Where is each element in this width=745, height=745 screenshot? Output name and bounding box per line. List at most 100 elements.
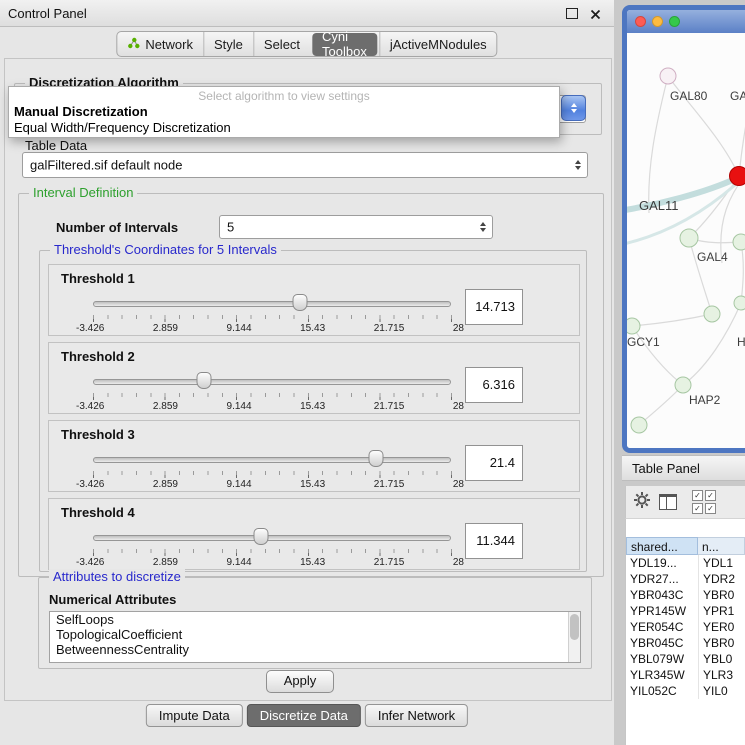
network-node[interactable]	[631, 417, 647, 433]
slider-track[interactable]	[93, 379, 451, 385]
threshold-1-slider[interactable]	[93, 293, 451, 313]
network-node[interactable]	[680, 229, 698, 247]
slider-track[interactable]	[93, 457, 451, 463]
combo-stepper-icon[interactable]	[561, 95, 586, 121]
slider-track[interactable]	[93, 301, 451, 307]
close-icon[interactable]	[590, 7, 601, 18]
table-row[interactable]: YBR043CYBR0	[626, 587, 745, 603]
slider-thumb[interactable]	[368, 450, 383, 467]
float-icon[interactable]	[566, 8, 578, 19]
threshold-3-slider[interactable]	[93, 449, 451, 469]
slider-thumb[interactable]	[196, 372, 211, 389]
cell-name[interactable]: YDL1	[698, 555, 745, 571]
list-scrollbar[interactable]	[568, 612, 580, 662]
checkbox-icon[interactable]: ✓	[705, 503, 716, 514]
column-visibility-icons[interactable]: ✓ ✓ ✓ ✓	[692, 490, 716, 514]
tick-label: 2.859	[153, 479, 178, 490]
network-node[interactable]	[675, 377, 691, 393]
network-node[interactable]	[660, 68, 676, 84]
threshold-2-value-field[interactable]: 6.316	[465, 367, 523, 403]
tick-label: 9.144	[227, 323, 252, 334]
table-row[interactable]: YBR045CYBR0	[626, 635, 745, 651]
table-row[interactable]: YLR345WYLR3	[626, 667, 745, 683]
cell-name[interactable]: YIL0	[698, 683, 745, 699]
cell-shared-name[interactable]: YER054C	[626, 619, 698, 635]
column-header-name[interactable]: n...	[698, 537, 745, 555]
list-item[interactable]: SelfLoops	[50, 612, 580, 627]
columns-icon[interactable]	[659, 494, 677, 510]
table-row[interactable]: YBL079WYBL0	[626, 651, 745, 667]
tab-jactivemnodules[interactable]: jActiveMNodules	[379, 32, 497, 56]
cell-shared-name[interactable]: YBL079W	[626, 651, 698, 667]
slider-ticks	[93, 315, 452, 322]
cell-name[interactable]: YBL0	[698, 651, 745, 667]
cell-shared-name[interactable]: YBR045C	[626, 635, 698, 651]
cell-shared-name[interactable]: YBR043C	[626, 587, 698, 603]
window-close-button[interactable]	[635, 16, 646, 27]
slider-scale: -3.4262.8599.14415.4321.71528	[76, 479, 464, 490]
cell-name[interactable]: YPR1	[698, 603, 745, 619]
numerical-attributes-list[interactable]: SelfLoopsTopologicalCoefficientBetweenne…	[49, 611, 581, 663]
tab-label: Style	[214, 37, 243, 52]
cell-name[interactable]: YER0	[698, 619, 745, 635]
slider-thumb[interactable]	[254, 528, 269, 545]
network-node[interactable]	[704, 306, 720, 322]
slider-scale: -3.4262.8599.14415.4321.71528	[76, 557, 464, 568]
node-label-clipped: H	[737, 335, 745, 349]
column-header-shared-name[interactable]: shared...	[626, 537, 698, 555]
tab-network[interactable]: Network	[117, 32, 203, 56]
network-window-titlebar[interactable]	[627, 10, 745, 33]
cell-shared-name[interactable]: YLR345W	[626, 667, 698, 683]
network-node[interactable]	[734, 296, 745, 310]
list-item[interactable]: TopologicalCoefficient	[50, 627, 580, 642]
dropdown-option-manual[interactable]: Manual Discretization	[9, 104, 559, 120]
tab-infer-network[interactable]: Infer Network	[365, 704, 468, 727]
tick-label: 21.715	[374, 479, 405, 490]
window-zoom-button[interactable]	[669, 16, 680, 27]
slider-track[interactable]	[93, 535, 451, 541]
checkbox-icon[interactable]: ✓	[705, 490, 716, 501]
cell-shared-name[interactable]: YDR27...	[626, 571, 698, 587]
threshold-4-slider[interactable]	[93, 527, 451, 547]
threshold-4-value-field[interactable]: 11.344	[465, 523, 523, 559]
tab-discretize-data[interactable]: Discretize Data	[247, 704, 361, 727]
table-row[interactable]: YDL19...YDL1	[626, 555, 745, 571]
apply-button[interactable]: Apply	[266, 670, 334, 693]
network-node-red[interactable]	[730, 167, 745, 186]
tick-label: 15.43	[300, 401, 325, 412]
cell-name[interactable]: YBR0	[698, 587, 745, 603]
cell-name[interactable]: YDR2	[698, 571, 745, 587]
threshold-3-value-field[interactable]: 21.4	[465, 445, 523, 481]
dropdown-option-equal-width[interactable]: Equal Width/Frequency Discretization	[9, 120, 559, 136]
table-data-combobox[interactable]: galFiltered.sif default node	[22, 152, 588, 178]
network-canvas[interactable]: GAL80 GA GAL11 GAL4 GCY1 H HAP2	[627, 33, 745, 448]
table-row[interactable]: YDR27...YDR2	[626, 571, 745, 587]
threshold-1-value-field[interactable]: 14.713	[465, 289, 523, 325]
table-row[interactable]: YIL052CYIL0	[626, 683, 745, 699]
cell-shared-name[interactable]: YIL052C	[626, 683, 698, 699]
tab-cyni-toolbox[interactable]: Cyni Toolbox	[312, 33, 377, 56]
table-row[interactable]: YPR145WYPR1	[626, 603, 745, 619]
slider-thumb[interactable]	[292, 294, 307, 311]
checkbox-icon[interactable]: ✓	[692, 490, 703, 501]
tab-select[interactable]: Select	[253, 32, 310, 56]
tab-style[interactable]: Style	[203, 32, 253, 56]
num-intervals-combobox[interactable]: 5	[219, 215, 493, 239]
network-tab-icon	[127, 37, 140, 52]
scrollbar-thumb[interactable]	[570, 614, 579, 640]
tick-label: 21.715	[374, 323, 405, 334]
cell-name[interactable]: YBR0	[698, 635, 745, 651]
network-node[interactable]	[733, 234, 745, 250]
cell-name[interactable]: YLR3	[698, 667, 745, 683]
cell-shared-name[interactable]: YDL19...	[626, 555, 698, 571]
tab-impute-data[interactable]: Impute Data	[146, 704, 243, 727]
threshold-2-slider[interactable]	[93, 371, 451, 391]
cell-shared-name[interactable]: YPR145W	[626, 603, 698, 619]
table-row[interactable]: YER054CYER0	[626, 619, 745, 635]
table-rows: YDL19...YDL1YDR27...YDR2YBR043CYBR0YPR14…	[626, 555, 745, 699]
network-node[interactable]	[627, 318, 640, 334]
gear-icon[interactable]	[634, 492, 650, 513]
window-minimize-button[interactable]	[652, 16, 663, 27]
checkbox-icon[interactable]: ✓	[692, 503, 703, 514]
list-item[interactable]: BetweennessCentrality	[50, 642, 580, 657]
